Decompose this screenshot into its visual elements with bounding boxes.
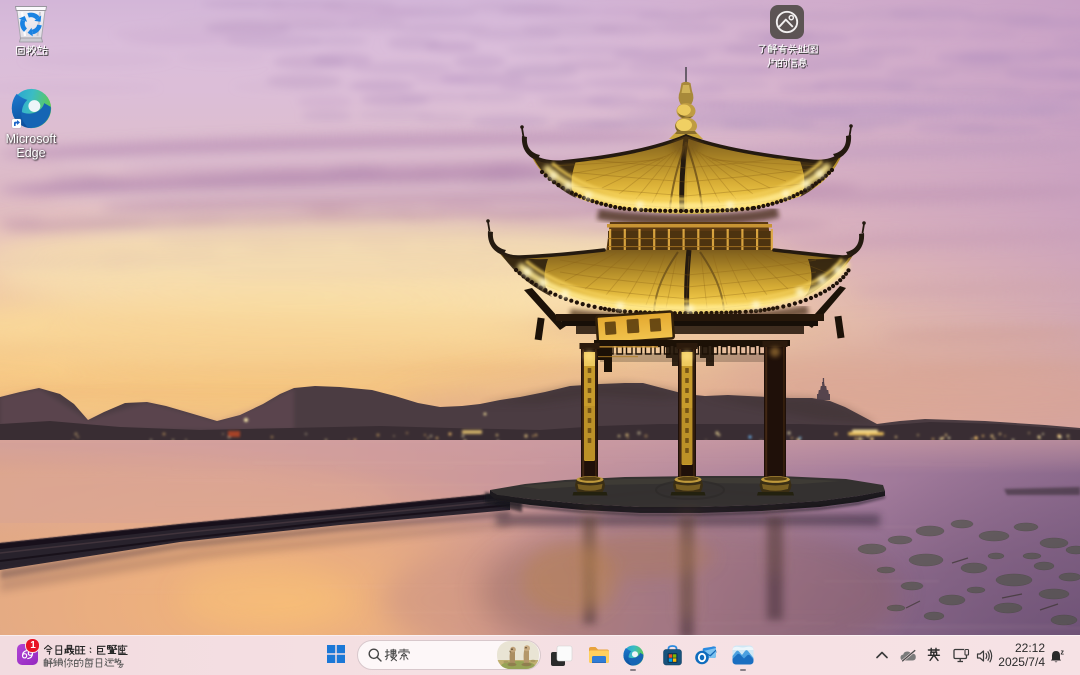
svg-text:z: z	[1061, 650, 1065, 657]
